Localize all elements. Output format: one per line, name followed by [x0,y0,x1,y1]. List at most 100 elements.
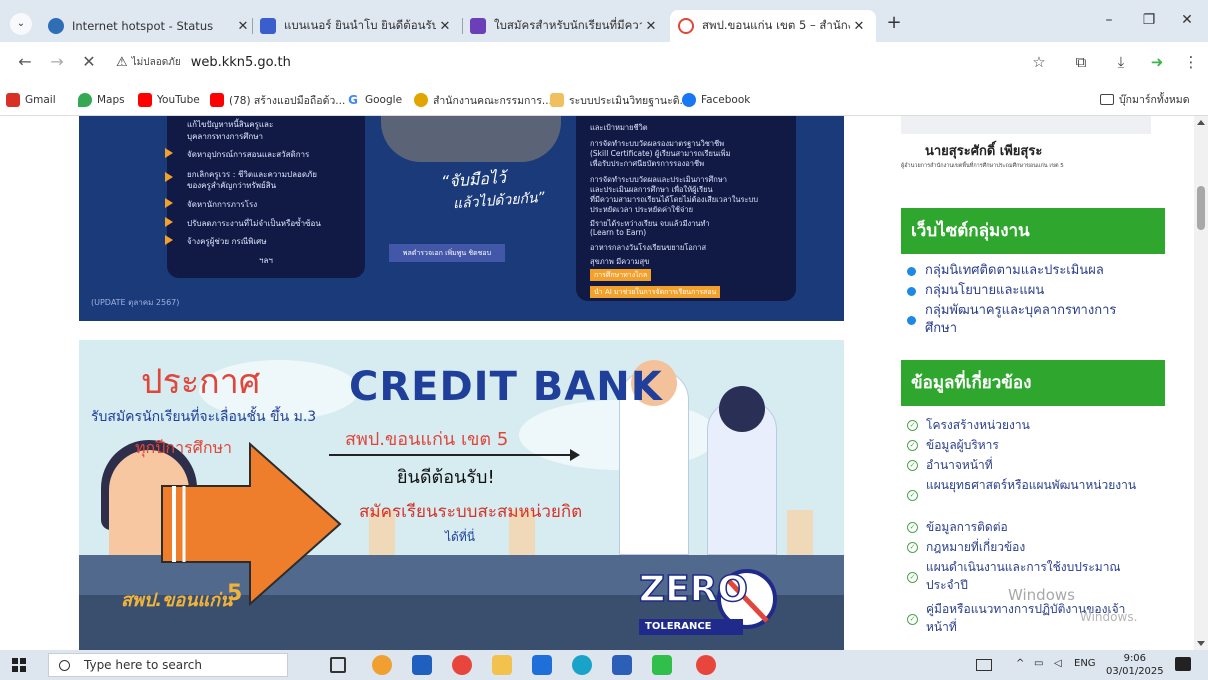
task-view-icon[interactable] [330,657,346,673]
tab-application-form[interactable]: ใบสมัครสำหรับนักเรียนที่มีความต้องก ✕ [462,10,668,42]
minimize-button[interactable]: – [1094,12,1124,34]
info-link[interactable]: ✓ กฎหมายที่เกี่ยวข้อง [907,538,1025,556]
bookmarks-bar: Gmail Maps YouTube (78) สร้างแอปมือถือด้… [0,82,1208,116]
info-link[interactable]: ✓ ข้อมูลการติดต่อ [907,518,1008,536]
line-icon[interactable] [652,655,672,675]
page-scrollbar[interactable] [1194,116,1208,650]
browser-toolbar: ← → ✕ ⚠ ไม่ปลอดภัย web.kkn5.go.th ☆ ⧉ ⤓ … [0,42,1208,82]
scroll-up-arrow-icon[interactable] [1197,120,1205,125]
tab-search-button[interactable]: ⌄ [10,13,32,35]
announcement-title: ประกาศ [141,362,261,402]
check-circle-icon: ✓ [907,614,918,625]
policy-banner-image[interactable]: แก้ไขปัญหาหนี้สินครูและ บุคลากรทางการศึก… [79,116,844,321]
tab-internet-hotspot[interactable]: Internet hotspot - Status ✕ [40,10,260,42]
policy-item: ปรับลดภาระงานที่ไม่จำเป็นหรือซ้ำซ้อน [187,219,321,228]
security-label[interactable]: ไม่ปลอดภัย [132,55,181,70]
link-label: กลุ่มนิเทศติดตามและประเมินผล [925,263,1104,278]
bookmark-maps[interactable]: Maps [78,91,125,109]
policy-item: ฯลฯ [259,256,273,265]
back-arrow-icon[interactable]: ← [14,52,36,74]
bookmark-youtube[interactable]: YouTube [138,91,200,109]
bookmark-label: Google [365,94,403,106]
store-icon[interactable] [412,655,432,675]
check-circle-icon: ✓ [907,440,918,451]
close-icon[interactable]: ✕ [234,19,252,34]
gmail-icon [6,93,20,107]
all-bookmarks-button[interactable]: บุ๊กมาร์กทั้งหมด [1100,91,1190,108]
close-icon[interactable]: ✕ [436,19,454,34]
student-illustration [719,386,765,432]
info-link[interactable]: ✓ โครงสร้างหน่วยงาน [907,416,1030,434]
bookmark-label: สำนักงานคณะกรรมการ... [433,94,552,107]
forward-arrow-icon[interactable]: → [46,52,68,74]
bookmark-star-icon[interactable]: ☆ [1028,52,1050,74]
widgets-icon[interactable] [372,655,392,675]
info-link[interactable]: ✓ อำนาจหน้าที่ [907,456,993,474]
edge-icon[interactable] [572,655,592,675]
address-bar[interactable]: ⚠ ไม่ปลอดภัย web.kkn5.go.th [110,48,1018,76]
close-icon[interactable]: ✕ [642,19,660,34]
group-link-supervision[interactable]: กลุ่มนิเทศติดตามและประเมินผล [907,262,1104,280]
link-label: กฎหมายที่เกี่ยวข้อง [926,540,1026,554]
bookmark-google[interactable]: G Google [346,91,402,109]
bookmark-evaluation[interactable]: ระบบประเมินวิทยฐานะดิ... [550,91,690,109]
new-tab-button[interactable]: + [882,12,906,36]
search-icon [59,659,70,671]
info-link[interactable]: ✓ แผนยุทธศาสตร์หรือแผนพัฒนาหน่วยงาน [907,476,1147,501]
group-link-policy[interactable]: กลุ่มนโยบายและแผน [907,282,1044,300]
bookmark-obec[interactable]: สำนักงานคณะกรรมการ... [414,91,552,109]
chrome-icon[interactable] [452,655,472,675]
policy-item: (Learn to Earn) [590,228,647,237]
policy-item: จัดหาอุปกรณ์การสอนและสวัสดิการ [187,150,310,159]
group-link-teacher-dev[interactable]: กลุ่มพัฒนาครูและบุคลากรทางการศึกษา [907,302,1147,338]
bookmark-gmail[interactable]: Gmail [6,91,56,109]
language-indicator[interactable]: ENG [1074,658,1096,669]
more-menu-icon[interactable]: ⋮ [1180,52,1202,74]
extensions-icon[interactable]: ⧉ [1070,52,1092,74]
update-note: (UPDATE ตุลาคม 2567) [91,298,180,307]
word-icon[interactable] [612,655,632,675]
stop-loading-icon[interactable]: ✕ [78,52,100,74]
sign-in-arrow-icon[interactable]: ➜ [1146,52,1168,74]
clock-time: 9:06 [1123,653,1147,664]
scroll-down-arrow-icon[interactable] [1197,641,1205,646]
director-photo [901,116,1151,134]
chevron-up-icon[interactable]: ^ [1016,658,1024,669]
apply-here-link[interactable]: ได้ที่นี่ [445,528,475,547]
check-circle-icon: ✓ [907,490,918,501]
windows-start-icon[interactable] [12,658,26,672]
bookmark-facebook[interactable]: Facebook [682,91,750,109]
url-text[interactable]: web.kkn5.go.th [191,55,291,70]
taskbar-search-box[interactable]: Type here to search [48,653,288,677]
youtube-icon [210,93,224,107]
bookmark-label: ระบบประเมินวิทยฐานะดิ... [569,94,690,107]
credit-bank-title: CREDIT BANK [349,364,663,410]
network-icon[interactable]: ▭ [1034,658,1043,669]
file-explorer-icon[interactable] [492,655,512,675]
volume-icon[interactable]: ◁ [1054,658,1062,669]
bookmark-youtube-channel[interactable]: (78) สร้างแอปมือถือด้ว... [210,91,345,109]
tab-kkn5-active[interactable]: สพป.ขอนแก่น เขต 5 – สำนักงานเข ✕ [670,10,876,42]
close-window-button[interactable]: ✕ [1172,12,1202,34]
taskbar-clock[interactable]: 9:06 03/01/2025 [1106,652,1164,678]
policy-center: “จับมือไว้ แล้วไปด้วยกัน” พลตำรวจเอก เพิ… [369,116,569,276]
warning-icon[interactable]: ⚠ [116,55,128,70]
scroll-thumb[interactable] [1197,186,1205,230]
maps-pin-icon [78,93,92,107]
evaluation-icon [550,93,564,107]
download-icon[interactable]: ⤓ [1110,52,1132,74]
chrome-profile-icon[interactable] [696,655,716,675]
notification-icon[interactable] [1175,657,1191,671]
restore-button[interactable]: ❐ [1134,12,1164,34]
close-icon[interactable]: ✕ [850,19,868,34]
tab-banner[interactable]: แบนเนอร์ ยินนำโบ ยินดีต้อนรับ กรณ ✕ [252,10,462,42]
keyboard-icon[interactable] [976,659,992,671]
policy-item: ประหยัดเวลา ประหยัดค่าใช้จ่าย [590,205,694,214]
form-favicon-icon [470,18,486,34]
bullet-arrow-icon [165,217,173,227]
link-label: กลุ่มนโยบายและแผน [925,283,1045,298]
info-link[interactable]: ✓ ข้อมูลผู้บริหาร [907,436,999,454]
director-name: นายสุระศักดิ์ เพียสุระ [925,144,1043,159]
policy-right-panel: และเป้าหมายชีวิต การจัดทำระบบวัดผลรองมาต… [576,116,796,301]
mail-icon[interactable] [532,655,552,675]
